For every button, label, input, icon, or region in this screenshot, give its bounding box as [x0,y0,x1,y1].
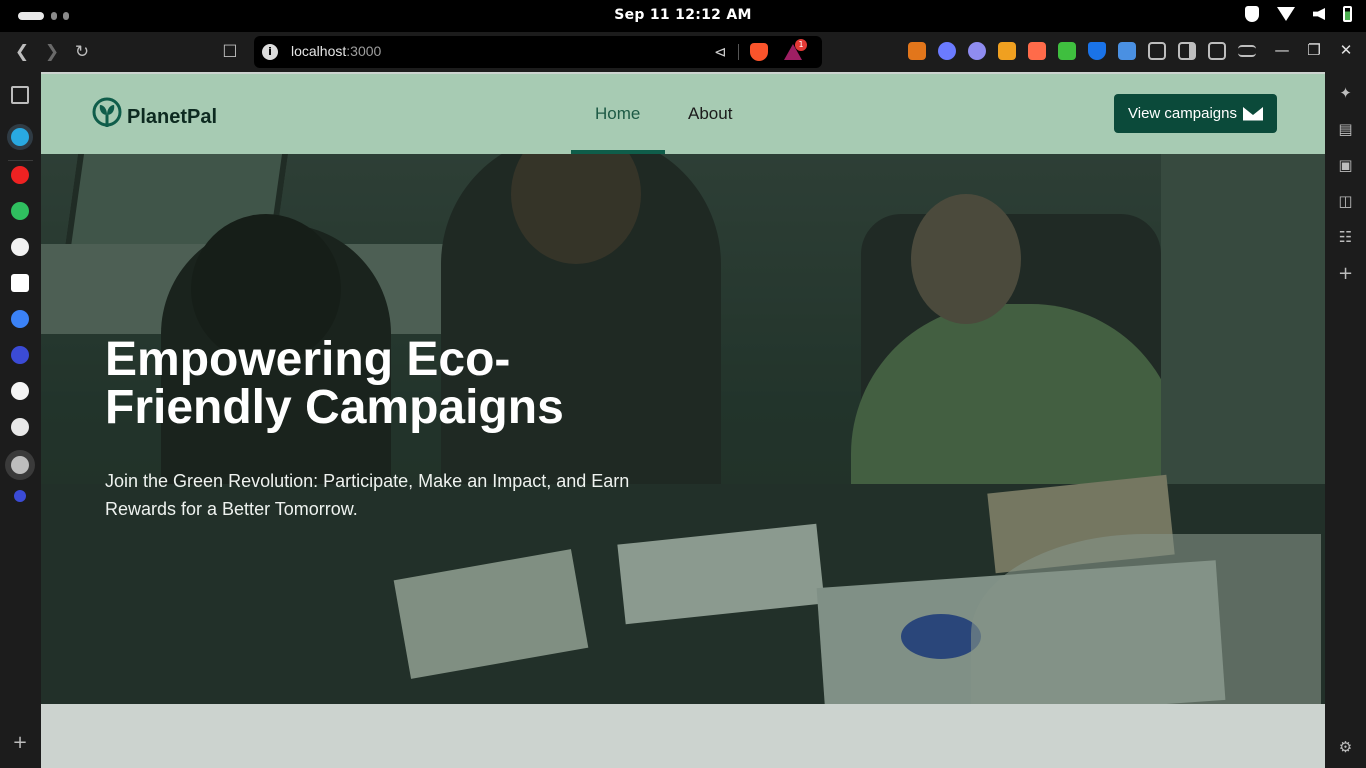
settings-icon[interactable]: ⚙ [1337,739,1354,756]
nav-about-link[interactable]: About [688,104,732,124]
reload-icon[interactable]: ↻ [70,40,94,64]
sparkle-extension-icon[interactable] [938,42,956,60]
rewards-badge: 1 [795,39,807,51]
video-icon[interactable]: ▤ [1337,121,1354,138]
github-icon[interactable] [11,382,29,400]
right-sidebar: ✦ ▤ ▣ ◫ ☷ + ⚙ [1325,72,1366,768]
wallet-icon[interactable]: ▣ [1337,157,1354,174]
add-icon[interactable]: + [11,734,29,752]
translate-extension-icon[interactable] [1028,42,1046,60]
share-icon[interactable]: ⊲ [714,43,727,61]
notion-icon[interactable] [11,274,29,292]
battery-icon[interactable] [1343,6,1352,22]
planet-leaf-icon [92,97,122,127]
divider [738,44,739,60]
site-navbar: PlanetPal Home About View campaigns [41,74,1325,154]
divider [8,160,33,161]
system-tray [1245,6,1352,22]
menu-icon[interactable] [1238,45,1256,57]
envelope-icon [1242,106,1263,121]
bitwarden-icon[interactable] [1088,42,1106,60]
volume-icon[interactable] [1313,8,1325,20]
url-host: localhost [291,43,347,59]
wifi-icon[interactable] [1277,7,1295,21]
reddit-icon[interactable] [11,238,29,256]
bookmarks-icon[interactable]: ◫ [1337,193,1354,210]
globe-icon[interactable] [11,456,29,474]
reading-list-icon[interactable]: ☷ [1337,229,1354,246]
left-sidebar: + [0,72,41,768]
extensions-bar [908,42,1256,60]
chart-extension-icon[interactable] [1058,42,1076,60]
view-campaigns-button[interactable]: View campaigns [1114,94,1277,133]
ghost-extension-icon[interactable] [968,42,986,60]
wallet-icon[interactable] [1208,42,1226,60]
add-icon[interactable]: + [1337,265,1354,283]
vpn-shield-icon[interactable] [1245,6,1259,22]
back-icon[interactable]: ❮ [10,40,34,64]
leo-icon[interactable] [11,128,29,146]
extensions-puzzle-icon[interactable] [1148,42,1166,60]
clipboard-extension-icon[interactable] [1118,42,1136,60]
url-text[interactable]: localhost:3000 [291,43,381,59]
site-logo[interactable]: PlanetPal [91,97,217,131]
brave-shield-icon[interactable] [750,43,768,61]
view-campaigns-label: View campaigns [1128,105,1237,122]
browser-toolbar: ❮ ❯ ↻ ☐ i localhost:3000 ⊲ 1 — ❐ ✕ [0,32,1366,72]
bookmark-icon[interactable]: ☐ [218,40,242,64]
minimize-icon[interactable]: — [1272,41,1292,59]
close-icon[interactable]: ✕ [1336,41,1356,59]
ai-sparkle-icon[interactable]: ✦ [1337,85,1354,102]
forward-icon[interactable]: ❯ [40,40,64,64]
web-page: PlanetPal Home About View campaigns Empo… [41,72,1325,768]
address-bar[interactable]: i localhost:3000 ⊲ 1 [254,36,822,68]
extension-icon[interactable] [14,490,26,502]
sidebar-panel-icon[interactable] [11,86,29,104]
sidebar-toggle-icon[interactable] [1178,42,1196,60]
hero-section: Empowering Eco-Friendly Campaigns Join t… [41,154,1325,704]
metamask-icon[interactable] [908,42,926,60]
chatgpt-icon[interactable] [11,418,29,436]
hero-title: Empowering Eco-Friendly Campaigns [105,333,564,434]
os-top-bar: Sep 11 12:12 AM [0,0,1366,32]
system-clock[interactable]: Sep 11 12:12 AM [0,7,1366,23]
copilot-icon[interactable] [11,310,29,328]
hero-subtitle: Join the Green Revolution: Participate, … [105,471,630,519]
youtube-music-icon[interactable] [11,166,29,184]
url-port: :3000 [346,43,382,59]
nav-home-link[interactable]: Home [595,104,640,124]
info-icon[interactable]: i [262,44,278,60]
character-extension-icon[interactable] [998,42,1016,60]
maximize-icon[interactable]: ❐ [1304,41,1324,59]
brand-name: PlanetPal [127,105,218,128]
whatsapp-icon[interactable] [11,202,29,220]
extension-icon[interactable] [11,346,29,364]
